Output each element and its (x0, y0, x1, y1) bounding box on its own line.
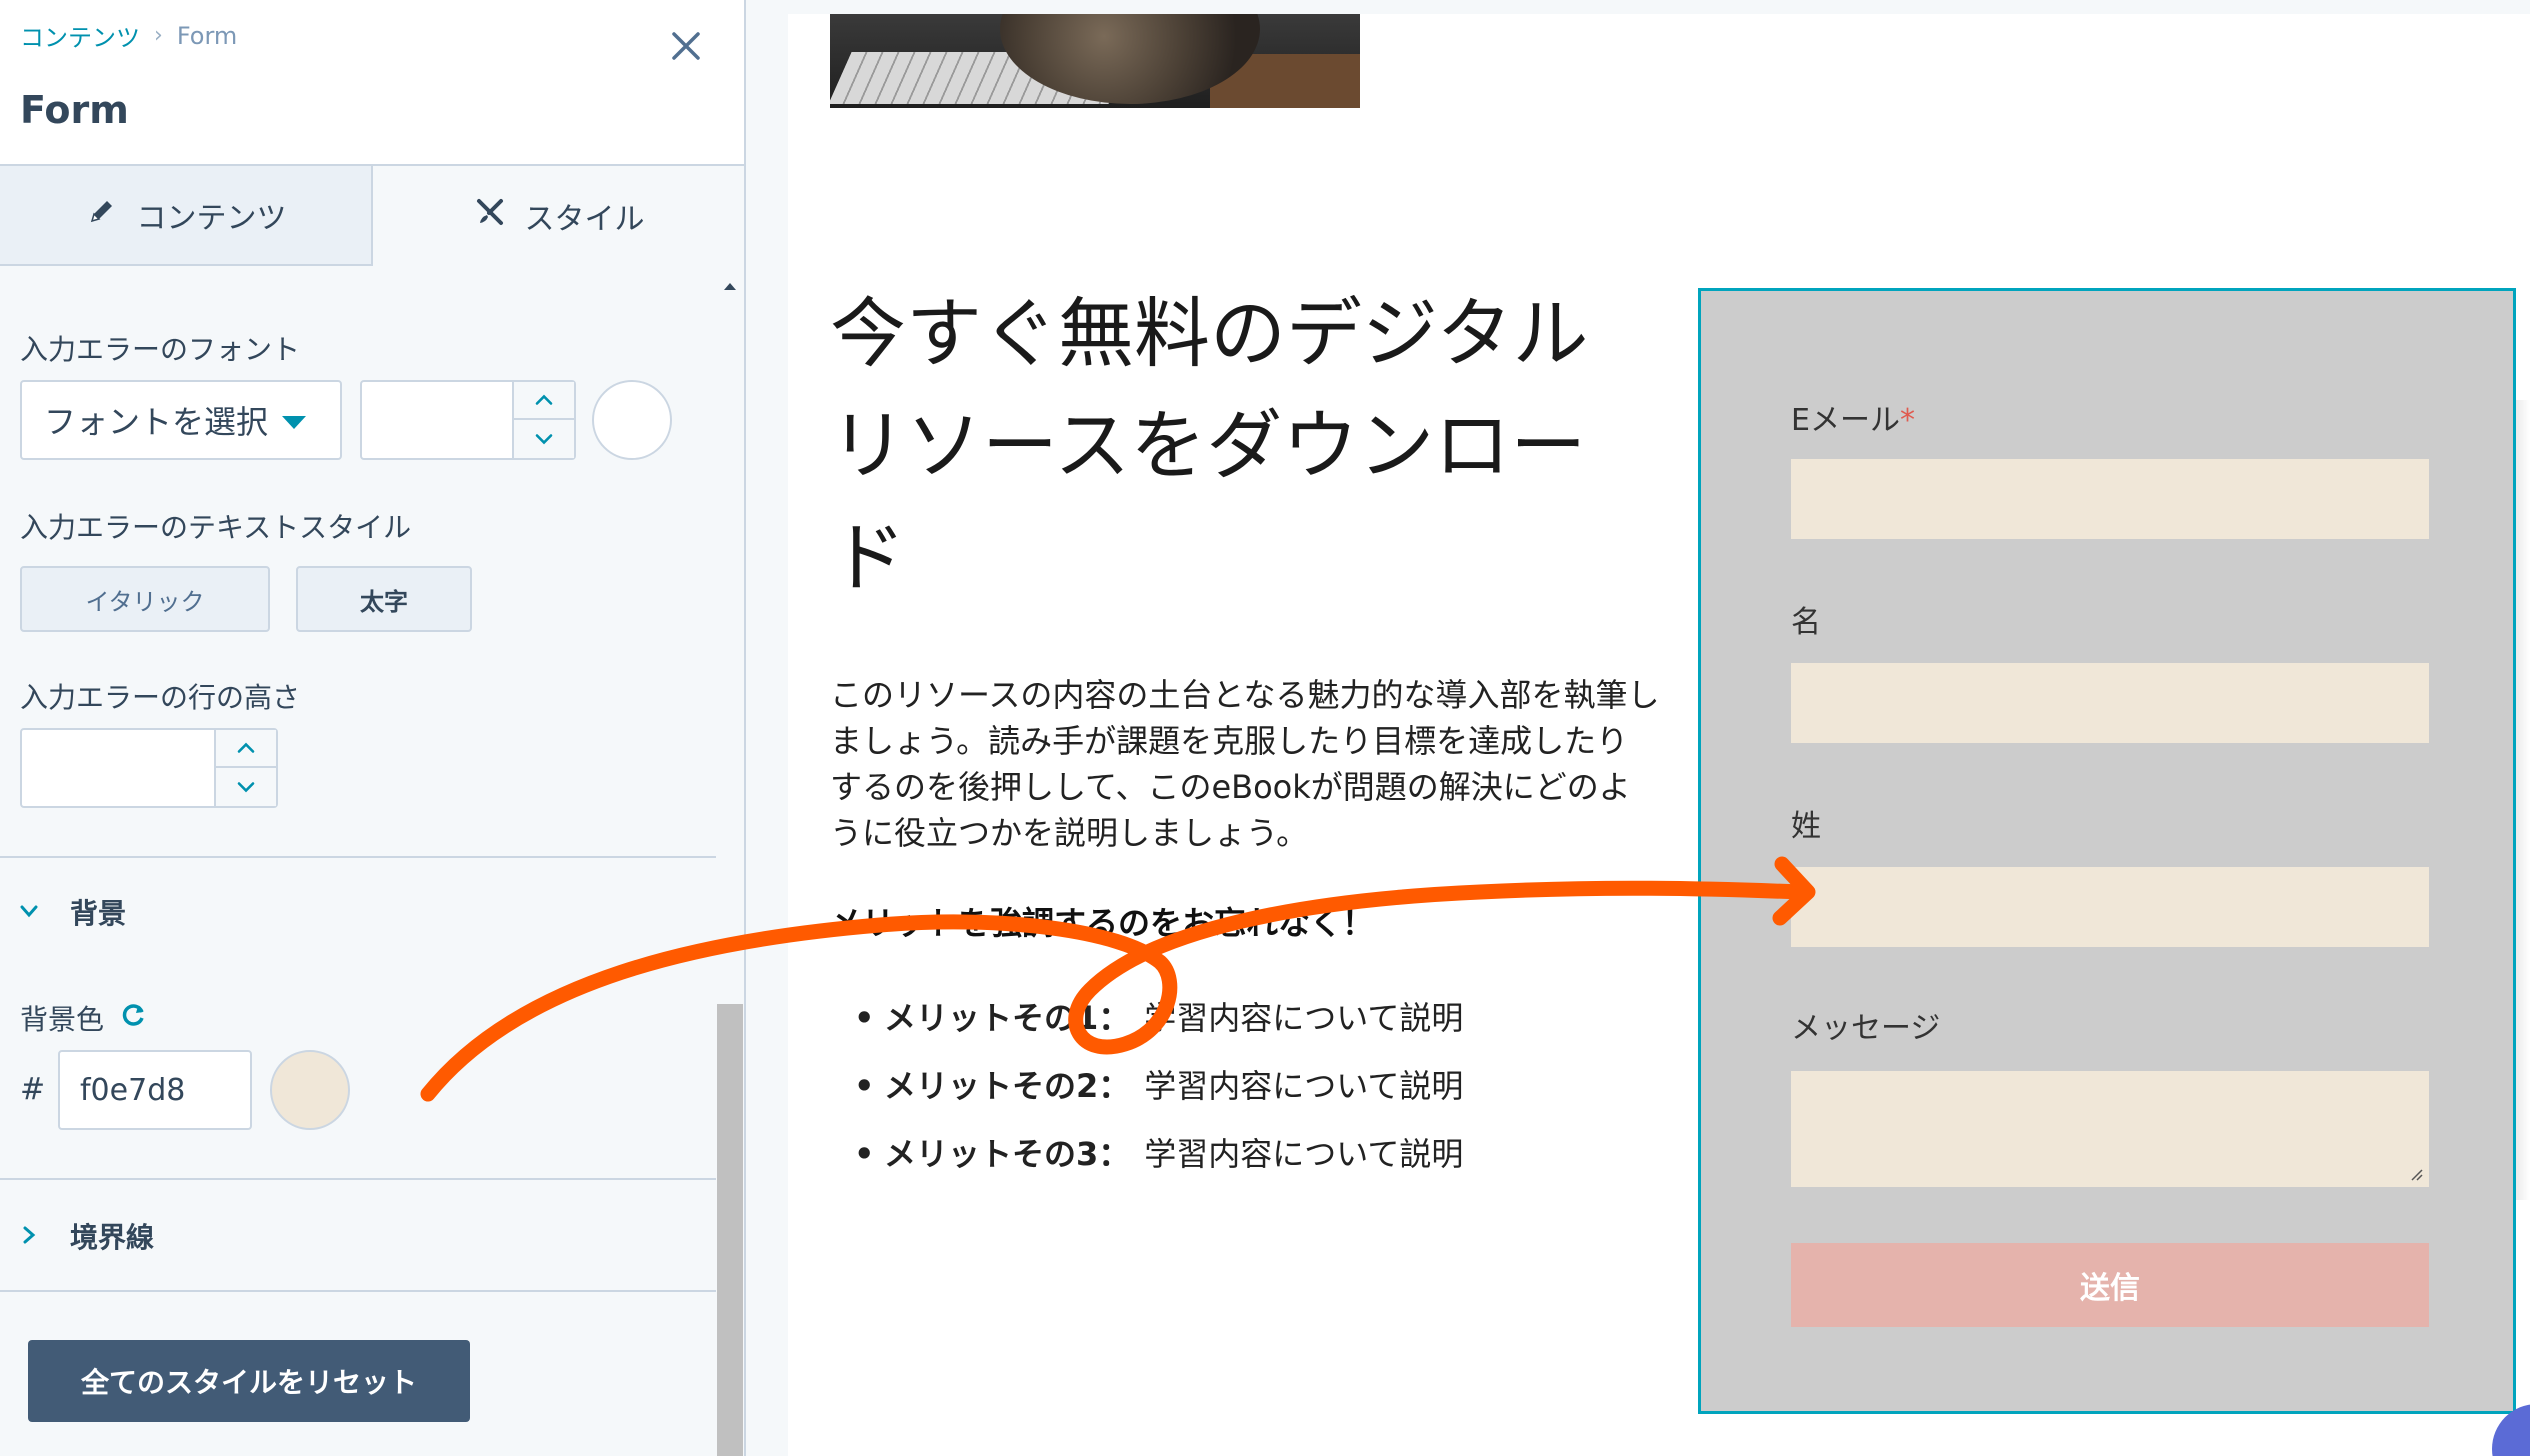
breadcrumb-current: Form (176, 21, 238, 50)
breadcrumb: コンテンツ › Form (20, 18, 237, 53)
hex-prefix: # (20, 1072, 46, 1107)
last-name-label: 姓 (1791, 809, 1821, 844)
bold-button[interactable]: 太字 (296, 566, 472, 632)
error-font-label: 入力エラーのフォント (20, 333, 301, 366)
border-section-toggle[interactable]: 境界線 (18, 1216, 154, 1256)
font-size-spinner (512, 382, 574, 458)
benefit-title: メリットその1： (884, 999, 1131, 1037)
benefit-text: 学習内容について説明 (1144, 999, 1464, 1037)
page-headline: 今すぐ無料のデジタルリソースをダウンロード (830, 289, 1589, 602)
list-item: • メリットその3： 学習内容について説明 (854, 1120, 1463, 1188)
panel-tabs: コンテンツ スタイル (0, 166, 744, 266)
hex-color-value: f0e7d8 (80, 1072, 186, 1108)
first-name-label: 名 (1791, 605, 1821, 640)
last-name-field[interactable] (1791, 867, 2429, 947)
resize-grip-icon[interactable] (2407, 1165, 2423, 1181)
required-marker: * (1899, 403, 1915, 438)
submit-button[interactable]: 送信 (1791, 1243, 2429, 1327)
chevron-right-icon (18, 1220, 40, 1253)
panel-header: コンテンツ › Form Form (0, 0, 744, 166)
divider (0, 1178, 716, 1180)
error-line-height-label: 入力エラーの行の高さ (20, 681, 301, 714)
email-label: Eメール* (1791, 403, 1915, 438)
divider (0, 1290, 716, 1292)
font-color-picker[interactable] (592, 380, 672, 460)
style-panel: コンテンツ › Form Form コンテンツ スタイル 入力エラーのフォント … (0, 0, 746, 1456)
module-shadow (2516, 400, 2530, 1200)
refresh-icon[interactable] (118, 1000, 148, 1037)
brush-ruler-icon (473, 195, 507, 237)
tab-style[interactable]: スタイル (373, 166, 744, 266)
background-section-toggle[interactable]: 背景 (18, 892, 126, 932)
font-select-value: フォントを選択 (44, 403, 269, 441)
chevron-down-icon[interactable] (216, 768, 276, 806)
benefit-text: 学習内容について説明 (1144, 1135, 1464, 1173)
close-icon[interactable] (666, 26, 706, 66)
hex-color-input[interactable]: f0e7d8 (58, 1050, 252, 1130)
scrollbar-thumb[interactable] (717, 1004, 743, 1456)
reset-all-styles-button[interactable]: 全てのスタイルをリセット (28, 1340, 470, 1422)
bg-color-label: 背景色 (20, 1003, 105, 1036)
chevron-up-icon[interactable] (216, 730, 276, 768)
list-item: • メリットその1： 学習内容について説明 (854, 984, 1463, 1052)
list-item: • メリットその2： 学習内容について説明 (854, 1052, 1463, 1120)
breadcrumb-link-content[interactable]: コンテンツ (20, 18, 140, 53)
tab-content[interactable]: コンテンツ (0, 166, 373, 266)
background-section-title: 背景 (70, 897, 127, 930)
chevron-up-icon[interactable] (514, 382, 574, 420)
border-section-title: 境界線 (70, 1221, 155, 1254)
font-size-stepper[interactable] (360, 380, 576, 460)
error-text-style-label: 入力エラーのテキストスタイル (20, 511, 412, 544)
italic-button[interactable]: イタリック (20, 566, 270, 632)
chevron-down-icon (18, 896, 40, 929)
bg-color-swatch[interactable] (270, 1050, 350, 1130)
first-name-field[interactable] (1791, 663, 2429, 743)
message-label: メッセージ (1791, 1011, 1941, 1046)
form-module[interactable]: Eメール* 名 姓 メッセージ 送信 (1698, 288, 2516, 1414)
caret-down-icon (282, 416, 306, 429)
line-height-stepper[interactable] (20, 728, 278, 808)
bg-color-label-row: 背景色 (20, 998, 148, 1038)
hero-image (830, 14, 1360, 108)
benefits-list: • メリットその1： 学習内容について説明 • メリットその2： 学習内容について説明 … (854, 984, 1463, 1188)
benefit-title: メリットその2： (884, 1067, 1131, 1105)
email-field[interactable] (1791, 459, 2429, 539)
intro-paragraph: このリソースの内容の土台となる魅力的な導入部を執筆しましょう。読み手が課題を克服… (830, 676, 1660, 852)
pencil-icon (85, 194, 119, 236)
tab-style-label: スタイル (524, 202, 645, 237)
benefits-emphasis: メリットを強調するのをお忘れなく！ (830, 904, 1375, 942)
line-height-spinner (214, 730, 276, 806)
tab-content-label: コンテンツ (136, 201, 287, 236)
divider (0, 856, 716, 858)
breadcrumb-separator: › (154, 23, 163, 48)
panel-title: Form (20, 88, 129, 132)
message-field[interactable] (1791, 1071, 2429, 1187)
scroll-up-arrow-icon[interactable] (716, 272, 744, 300)
font-select[interactable]: フォントを選択 (20, 380, 342, 460)
benefit-text: 学習内容について説明 (1144, 1067, 1464, 1105)
chevron-down-icon[interactable] (514, 420, 574, 458)
benefit-title: メリットその3： (884, 1135, 1131, 1173)
